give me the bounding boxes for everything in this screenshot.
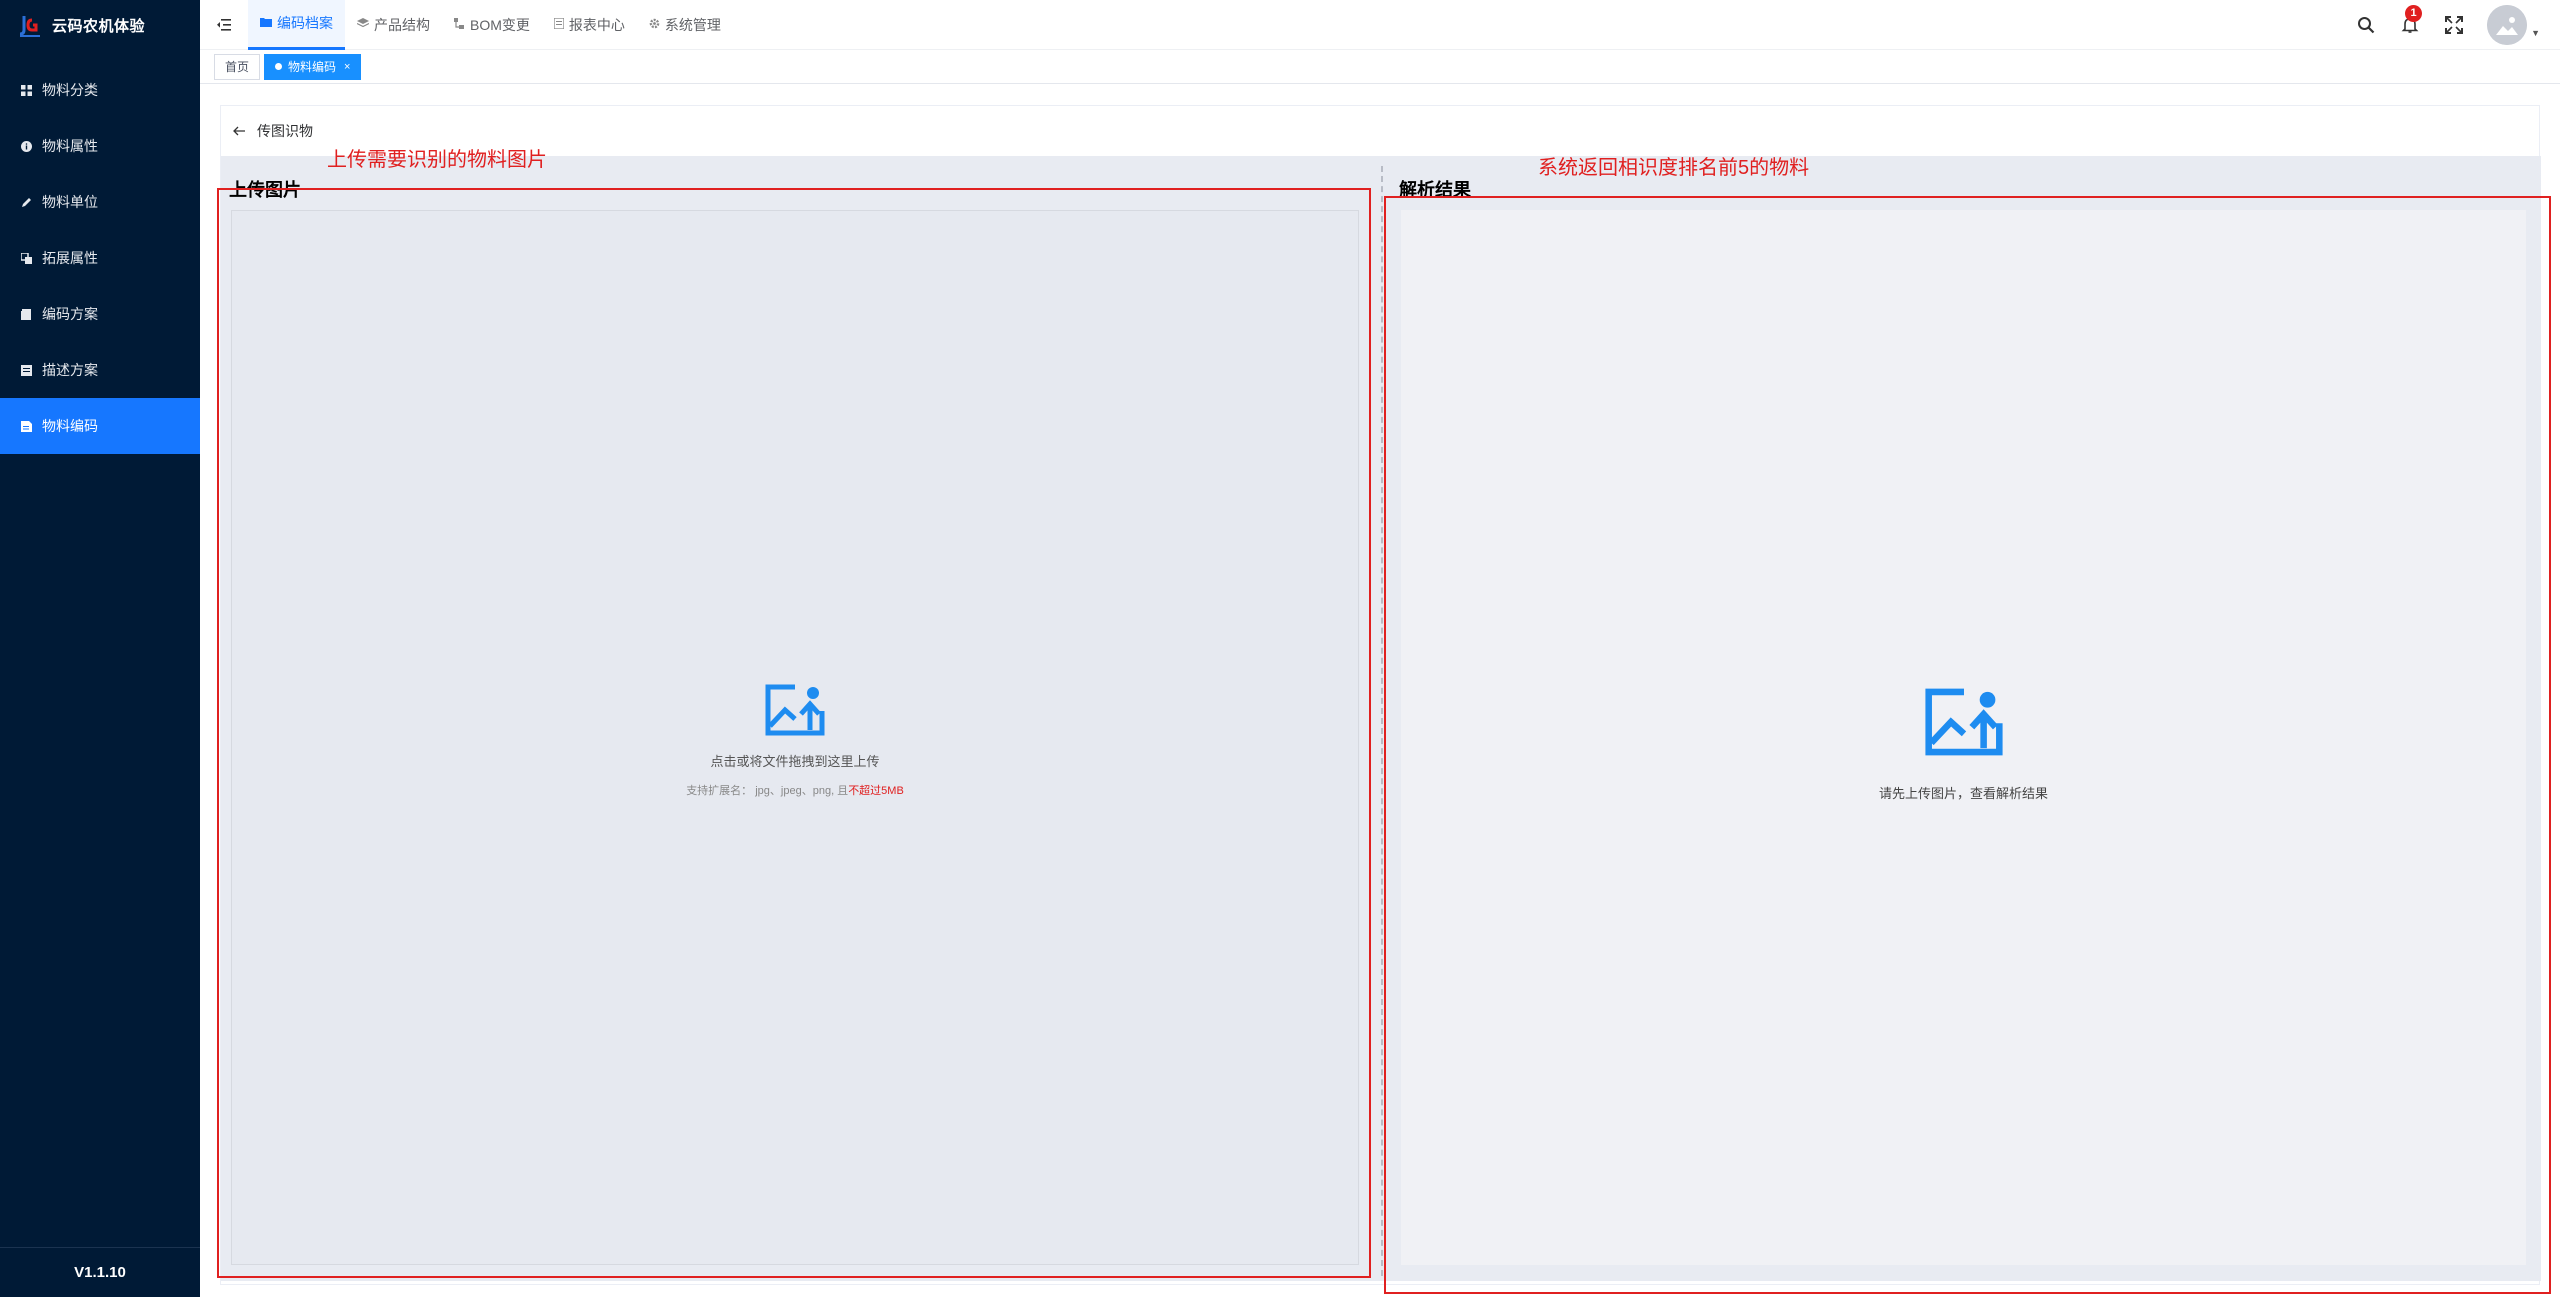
chevron-down-icon[interactable]: ▼ bbox=[2531, 28, 2540, 38]
page-header: 传图识物 bbox=[221, 106, 2539, 156]
sidebar-item-label: 物料属性 bbox=[42, 138, 98, 154]
close-icon[interactable]: × bbox=[344, 61, 350, 73]
top-header: 编码档案 产品结构 BOM变更 报表中心 系统管理 1 ▼ bbox=[200, 0, 2560, 50]
sidebar-item-material-category[interactable]: 物料分类 bbox=[0, 62, 200, 118]
column-divider bbox=[1381, 166, 1383, 1276]
page-title: 传图识物 bbox=[257, 123, 313, 139]
app-logo[interactable]: 云码农机体验 bbox=[0, 0, 200, 50]
annotation-upload-box bbox=[217, 188, 1371, 1278]
user-avatar[interactable] bbox=[2487, 5, 2528, 45]
sidebar-item-description-scheme[interactable]: 描述方案 bbox=[0, 342, 200, 398]
annotation-result-note: 系统返回相识度排名前5的物料 bbox=[1538, 157, 1810, 179]
top-nav: 编码档案 产品结构 BOM变更 报表中心 系统管理 bbox=[248, 0, 733, 50]
sidebar-item-label: 描述方案 bbox=[42, 362, 98, 378]
sidebar: 云码农机体验 物料分类 物料属性 物料单位 拓展属性 编码方案 描述方案 物料编… bbox=[0, 0, 200, 1297]
notes-icon bbox=[20, 364, 32, 376]
active-dot-icon bbox=[275, 63, 283, 70]
sidebar-item-label: 物料单位 bbox=[42, 194, 98, 210]
topnav-item-system-management[interactable]: 系统管理 bbox=[637, 0, 733, 50]
sidebar-item-coding-scheme[interactable]: 编码方案 bbox=[0, 286, 200, 342]
sidebar-item-label: 编码方案 bbox=[42, 306, 98, 322]
annotation-result-box bbox=[1384, 196, 2551, 1294]
sidebar-item-material-unit[interactable]: 物料单位 bbox=[0, 174, 200, 230]
sidebar-item-material-attribute[interactable]: 物料属性 bbox=[0, 118, 200, 174]
topnav-item-report-center[interactable]: 报表中心 bbox=[542, 0, 637, 50]
sidebar-menu: 物料分类 物料属性 物料单位 拓展属性 编码方案 描述方案 物料编码 bbox=[0, 62, 200, 454]
header-actions: 1 ▼ bbox=[2355, 0, 2540, 50]
info-icon bbox=[20, 140, 32, 152]
layers-icon bbox=[356, 17, 370, 32]
topnav-item-label: 报表中心 bbox=[568, 16, 625, 33]
topnav-item-label: 产品结构 bbox=[374, 16, 430, 33]
topnav-item-product-structure[interactable]: 产品结构 bbox=[345, 0, 442, 50]
tab-material-code[interactable]: 物料编码 × bbox=[264, 53, 362, 80]
sidebar-item-label: 物料分类 bbox=[42, 82, 98, 98]
search-icon[interactable] bbox=[2355, 14, 2377, 36]
tab-home[interactable]: 首页 bbox=[214, 53, 261, 80]
folder-icon bbox=[260, 16, 272, 30]
report-icon bbox=[553, 16, 565, 32]
app-title: 云码农机体验 bbox=[52, 17, 146, 35]
topnav-item-coding-archive[interactable]: 编码档案 bbox=[248, 0, 345, 50]
sidebar-item-label: 物料编码 bbox=[42, 418, 98, 434]
topnav-item-label: 系统管理 bbox=[664, 16, 721, 33]
tags-view: 首页 物料编码 × bbox=[200, 50, 2560, 84]
logo-mark-icon bbox=[18, 12, 44, 38]
sidebar-item-extended-attribute[interactable]: 拓展属性 bbox=[0, 230, 200, 286]
grid-icon bbox=[20, 84, 32, 96]
topnav-item-label: 编码档案 bbox=[277, 15, 333, 31]
topnav-item-label: BOM变更 bbox=[470, 16, 530, 33]
app-version: V1.1.10 bbox=[0, 1247, 200, 1297]
document-icon bbox=[20, 308, 32, 320]
notification-bell-icon[interactable]: 1 bbox=[2399, 5, 2423, 36]
gear-icon bbox=[649, 18, 660, 32]
hierarchy-icon bbox=[454, 17, 465, 32]
collapse-sidebar-icon[interactable] bbox=[200, 0, 248, 50]
back-arrow-icon[interactable] bbox=[233, 123, 245, 139]
sidebar-item-material-code[interactable]: 物料编码 bbox=[0, 398, 200, 454]
file-code-icon bbox=[20, 420, 32, 432]
layers-icon bbox=[20, 252, 32, 264]
tab-label: 物料编码 bbox=[288, 60, 337, 74]
fullscreen-icon[interactable] bbox=[2443, 14, 2465, 36]
annotation-upload-note: 上传需要识别的物料图片 bbox=[327, 149, 547, 171]
pencil-icon bbox=[20, 196, 32, 208]
notification-badge: 1 bbox=[2405, 5, 2423, 22]
sidebar-item-label: 拓展属性 bbox=[42, 250, 98, 266]
topnav-item-bom-change[interactable]: BOM变更 bbox=[442, 0, 542, 50]
tab-label: 首页 bbox=[225, 60, 250, 74]
